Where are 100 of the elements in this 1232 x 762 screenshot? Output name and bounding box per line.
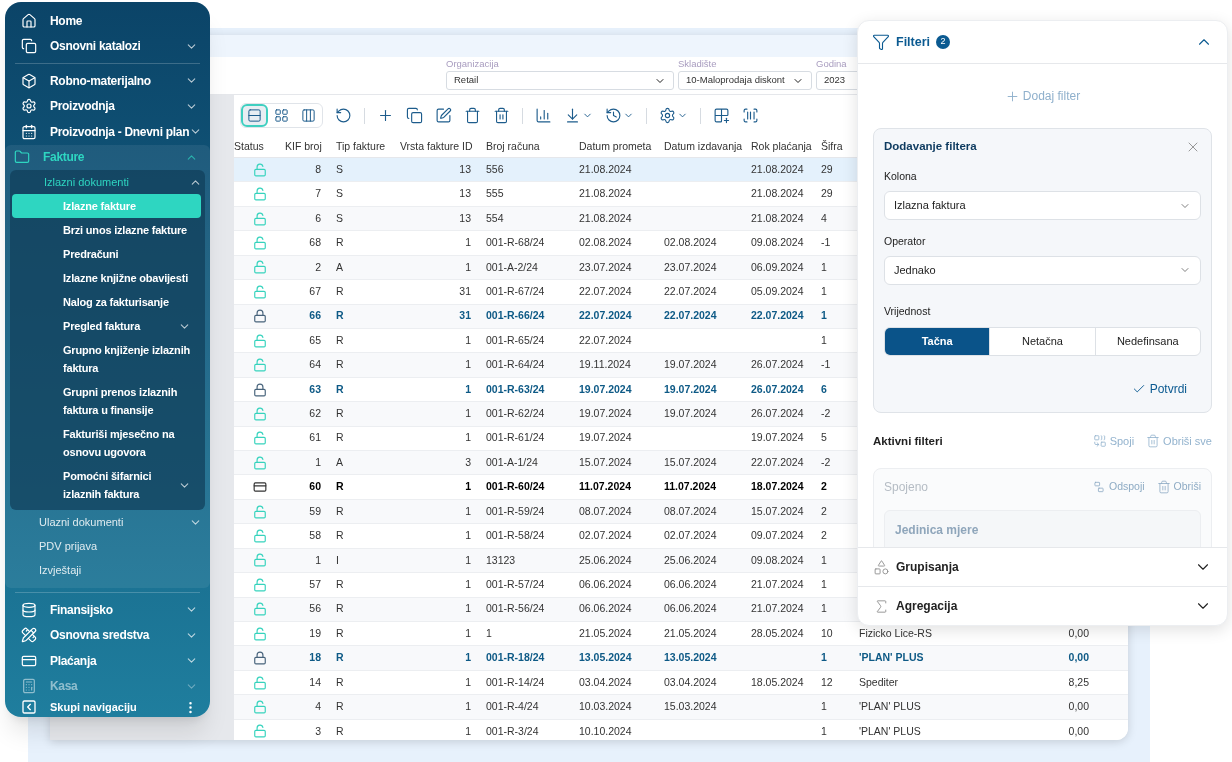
table-cell: 57 bbox=[309, 578, 321, 590]
table-cell: 001-R-61/24 bbox=[486, 431, 545, 444]
table-cell: 1 bbox=[465, 553, 471, 566]
table-cell: -1 bbox=[821, 358, 831, 371]
table-cell: 1 bbox=[465, 675, 471, 688]
table-cell: 21.08.2024 bbox=[579, 162, 632, 175]
table-cell: 06.06.2024 bbox=[664, 602, 717, 615]
table-cell: 3 bbox=[465, 455, 471, 468]
table-cell: 1 bbox=[821, 333, 827, 346]
table-cell: 68 bbox=[309, 236, 321, 249]
table-cell: 13.05.2024 bbox=[579, 651, 632, 664]
table-cell: 1 bbox=[465, 358, 471, 371]
field-label: Kolona bbox=[884, 169, 918, 185]
table-cell: 21.08.2024 bbox=[751, 162, 804, 175]
table-cell: 63 bbox=[309, 382, 321, 395]
table-cell: 60 bbox=[309, 480, 321, 493]
table-cell: 22.07.2024 bbox=[579, 284, 632, 297]
table-cell: 1 bbox=[465, 651, 471, 664]
table-cell: 15.07.2024 bbox=[751, 504, 804, 517]
table-cell: R bbox=[336, 284, 344, 297]
table-cell: 6 bbox=[315, 211, 321, 224]
table-cell: 1 bbox=[821, 260, 827, 273]
table-cell: 1 bbox=[465, 602, 471, 615]
table-cell: 001-R-66/24 bbox=[486, 309, 545, 322]
table-cell: 10.10.2024 bbox=[579, 724, 632, 737]
table-cell: 1 bbox=[465, 480, 471, 493]
table-cell: 'PLAN' PLUS bbox=[859, 700, 921, 713]
table-cell: R bbox=[336, 504, 344, 517]
table-cell: 1 bbox=[821, 578, 827, 590]
table-cell: 09.08.2024 bbox=[751, 553, 804, 566]
table-cell: 08.07.2024 bbox=[579, 504, 632, 517]
table-cell: 2 bbox=[821, 504, 827, 517]
table-cell: 13123 bbox=[486, 553, 516, 566]
table-cell: 13 bbox=[459, 162, 471, 175]
table-cell: 08.07.2024 bbox=[664, 504, 717, 517]
table-cell: 19.07.2024 bbox=[579, 407, 632, 420]
field-label: Vrijednost bbox=[884, 304, 931, 317]
table-cell: 1 bbox=[821, 700, 827, 713]
table-cell: 001-R-67/24 bbox=[486, 284, 545, 297]
table-cell: 8,25 bbox=[1068, 675, 1089, 688]
filter-chip: Jedinica mjere bbox=[884, 509, 1201, 547]
table-cell: 22.07.2024 bbox=[579, 309, 632, 322]
table-cell: R bbox=[336, 407, 344, 420]
table-cell: R bbox=[336, 431, 344, 444]
table-cell: 1 bbox=[315, 553, 321, 566]
table-cell: 1 bbox=[465, 529, 471, 542]
count-badge: 2 bbox=[936, 35, 951, 49]
table-cell: 001-R-65/24 bbox=[486, 333, 545, 346]
table-cell: 555 bbox=[486, 187, 504, 200]
table-cell: 29 bbox=[821, 187, 833, 200]
table-cell: 001-R-4/24 bbox=[486, 700, 539, 713]
table-cell: 21.05.2024 bbox=[664, 626, 717, 639]
table-cell: 2 bbox=[821, 529, 827, 542]
table-cell: 2 bbox=[821, 480, 827, 493]
table-cell: 1 bbox=[821, 284, 827, 297]
table-cell: R bbox=[336, 236, 344, 249]
table-cell: 4 bbox=[821, 211, 827, 224]
section-title: Aktivni filteri bbox=[873, 433, 943, 449]
table-cell: 19.11.2024 bbox=[579, 358, 631, 371]
table-cell: 0,00 bbox=[1068, 651, 1089, 664]
table-cell: 59 bbox=[309, 504, 321, 517]
table-cell: 25.06.2024 bbox=[664, 553, 717, 566]
table-cell: 0,00 bbox=[1068, 724, 1089, 737]
table-cell: 15.07.2024 bbox=[579, 455, 632, 468]
table-cell: 001-R-3/24 bbox=[486, 724, 539, 737]
table-cell: 13.05.2024 bbox=[664, 651, 717, 664]
table-cell: 21.08.2024 bbox=[751, 211, 804, 224]
table-cell: 11.07.2024 bbox=[579, 480, 631, 493]
table-cell: A bbox=[336, 260, 343, 273]
table-cell: R bbox=[336, 578, 344, 590]
table-cell: 1 bbox=[821, 651, 827, 664]
table-cell: 001-A-2/24 bbox=[486, 260, 538, 273]
table-cell: -2 bbox=[821, 455, 831, 468]
table-cell: 67 bbox=[309, 284, 321, 297]
table-cell: 21.05.2024 bbox=[579, 626, 632, 639]
table-cell: 31 bbox=[459, 284, 471, 297]
group-title: Spojeno bbox=[884, 478, 929, 496]
table-cell: 001-R-18/24 bbox=[486, 651, 545, 664]
table-cell: 14 bbox=[309, 675, 321, 688]
table-cell: 1 bbox=[315, 455, 321, 468]
table-cell: 62 bbox=[309, 407, 321, 420]
table-cell: 001-R-62/24 bbox=[486, 407, 545, 420]
table-cell: 18 bbox=[309, 651, 321, 664]
table-cell: 26.07.2024 bbox=[751, 382, 804, 395]
table-cell: 19.07.2024 bbox=[664, 382, 717, 395]
table-cell: -2 bbox=[821, 407, 831, 420]
table-cell: R bbox=[336, 333, 344, 346]
table-cell: 28.05.2024 bbox=[751, 626, 804, 639]
table-cell: 06.09.2024 bbox=[751, 260, 804, 273]
table-cell: 0,00 bbox=[1068, 700, 1089, 713]
table-cell: 1 bbox=[465, 578, 471, 590]
table-cell: 12 bbox=[821, 675, 833, 688]
table-cell: 02.07.2024 bbox=[579, 529, 632, 542]
table-cell: R bbox=[336, 626, 344, 639]
table-cell: 001-R-60/24 bbox=[486, 480, 545, 493]
table-cell: 31 bbox=[459, 309, 471, 322]
panel-title: Filteri bbox=[896, 33, 931, 51]
table-cell: 15.03.2024 bbox=[664, 700, 717, 713]
table-cell: 1 bbox=[465, 724, 471, 737]
field-label: Godina bbox=[816, 57, 848, 71]
